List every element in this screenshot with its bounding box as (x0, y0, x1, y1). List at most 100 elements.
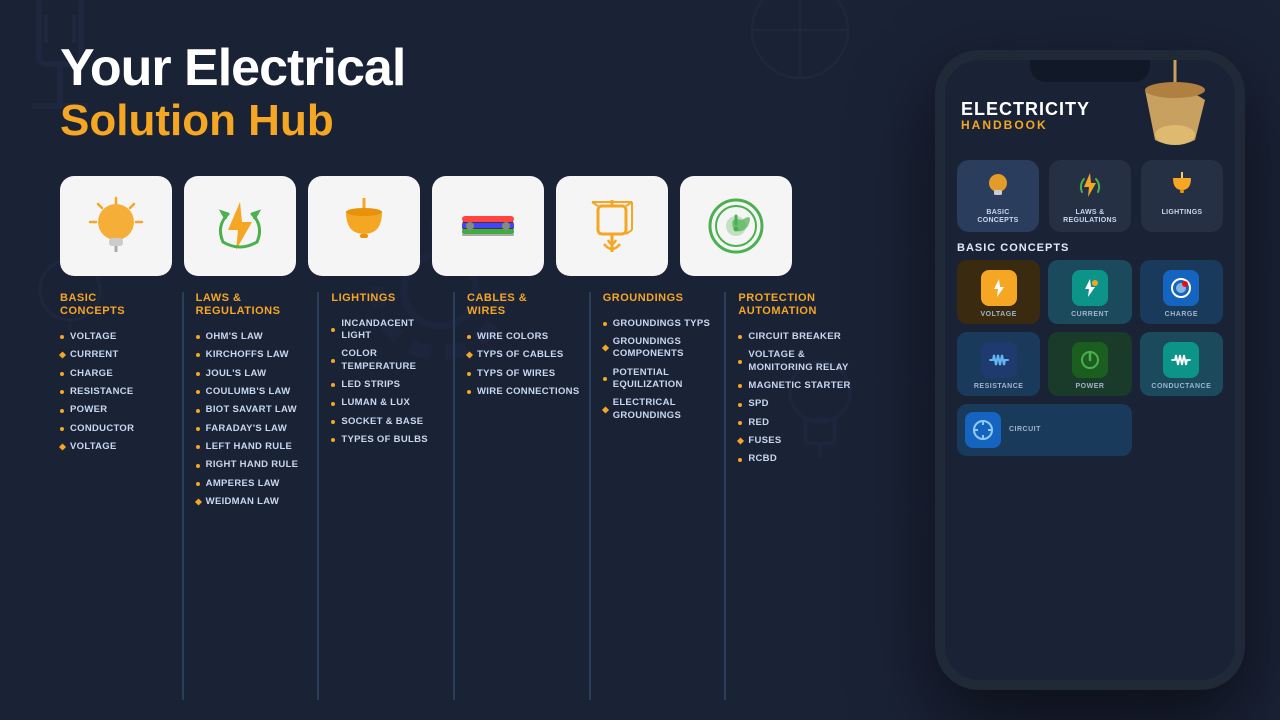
lightings-label: LIGHTINGS (1162, 209, 1203, 217)
resistance-icon (981, 342, 1017, 378)
protection-icon (704, 194, 768, 258)
list-item[interactable]: RCBD (738, 450, 854, 468)
list-item[interactable]: BIOT SAVART LAW (196, 401, 312, 419)
grid-item-circuit[interactable]: CIRCUIT (957, 404, 1132, 456)
list-item[interactable]: RIGHT HAND RULE (196, 456, 312, 474)
conductance-label: CONDUCTANCE (1151, 383, 1211, 390)
lightning-recycle-icon (208, 194, 272, 258)
list-cables: WIRE COLORS TYPS OF CABLES TYPS OF WIRES… (467, 328, 583, 401)
col-basic-concepts: BASICCONCEPTS VOLTAGE CURRENT CHARGE RES… (60, 292, 182, 700)
list-item[interactable]: WIRE CONNECTIONS (467, 383, 583, 401)
cat-icon-groundings[interactable] (556, 176, 668, 276)
hero-line2: Solution Hub (60, 97, 860, 145)
grid-item-power[interactable]: POWER (1048, 332, 1131, 396)
cat-title-protection: PROTECTIONAUTOMATION (738, 292, 854, 318)
list-item[interactable]: MAGNETIC STARTER (738, 377, 854, 395)
grid-item-charge[interactable]: CHARGE (1140, 260, 1223, 324)
list-item[interactable]: COLOR TEMPERATURE (331, 345, 447, 376)
conductance-icon (1163, 342, 1199, 378)
list-item[interactable]: TYPS OF CABLES (467, 346, 583, 364)
list-item[interactable]: CURRENT (60, 346, 176, 364)
list-item[interactable]: CONDUCTOR (60, 420, 176, 438)
charge-icon (1163, 270, 1199, 306)
cat-title-basic: BASICCONCEPTS (60, 292, 176, 318)
grounding-icon (580, 194, 644, 258)
list-item[interactable]: SPD (738, 395, 854, 413)
list-item[interactable]: CHARGE (60, 365, 176, 383)
cat-title-groundings: GROUNDINGS (603, 292, 719, 305)
basic-icon (983, 170, 1013, 204)
list-protection: CIRCUIT BREAKER VOLTAGE & MONITORING REL… (738, 328, 854, 469)
list-item[interactable]: TYPS OF WIRES (467, 365, 583, 383)
grid-item-conductance[interactable]: CONDUCTANCE (1140, 332, 1223, 396)
cat-icon-lightings[interactable] (308, 176, 420, 276)
cat-icon-cables[interactable] (432, 176, 544, 276)
list-item[interactable]: ELECTRICAL GROUNDINGS (603, 394, 719, 425)
grid-item-voltage[interactable]: VOLTAGE (957, 260, 1040, 324)
list-item[interactable]: WEIDMAN LAW (196, 493, 312, 511)
voltage-icon (981, 270, 1017, 306)
list-item[interactable]: AMPERES LAW (196, 475, 312, 493)
cat-title-laws: LAWS &REGULATIONS (196, 292, 312, 318)
list-groundings: GROUNDINGS TYPS GROUNDINGS COMPONENTS PO… (603, 315, 719, 425)
resistance-label: RESISTANCE (974, 383, 1024, 390)
list-basic: VOLTAGE CURRENT CHARGE RESISTANCE POWER … (60, 328, 176, 456)
phone-mockup: ELECTRICITY HANDBOOK BASICCONCEPTS (935, 50, 1245, 690)
circuit-icon (965, 412, 1001, 448)
phone-icon-basic[interactable]: BASICCONCEPTS (957, 160, 1039, 232)
grid-item-resistance[interactable]: RESISTANCE (957, 332, 1040, 396)
list-item[interactable]: FUSES (738, 432, 854, 450)
voltage-label: VOLTAGE (981, 311, 1017, 318)
list-item[interactable]: KIRCHOFFS LAW (196, 346, 312, 364)
handbook-header: ELECTRICITY HANDBOOK (961, 100, 1090, 132)
cat-icon-laws[interactable] (184, 176, 296, 276)
list-item[interactable]: GROUNDINGS TYPS (603, 315, 719, 333)
list-item[interactable]: RESISTANCE (60, 383, 176, 401)
list-item[interactable]: LED STRIPS (331, 376, 447, 394)
content-wrapper: Your Electrical Solution Hub (0, 0, 1280, 720)
circuit-label: CIRCUIT (1009, 426, 1041, 433)
col-groundings: GROUNDINGS GROUNDINGS TYPS GROUNDINGS CO… (589, 292, 725, 700)
list-item[interactable]: VOLTAGE (60, 328, 176, 346)
lightbulb-icon (84, 194, 148, 258)
list-item[interactable]: OHM'S LAW (196, 328, 312, 346)
list-item[interactable]: LUMAN & LUX (331, 394, 447, 412)
phone-grid: VOLTAGE CURRENT (945, 260, 1235, 456)
list-item[interactable]: COULUMB'S LAW (196, 383, 312, 401)
list-item[interactable]: INCANDACENT LIGHT (331, 315, 447, 346)
cat-icon-basic-concepts[interactable] (60, 176, 172, 276)
categories-list-row: BASICCONCEPTS VOLTAGE CURRENT CHARGE RES… (60, 292, 860, 700)
list-lightings: INCANDACENT LIGHT COLOR TEMPERATURE LED … (331, 315, 447, 450)
cat-icon-protection[interactable] (680, 176, 792, 276)
list-item[interactable]: JOUL'S LAW (196, 365, 312, 383)
laws-label: LAWS &REGULATIONS (1063, 209, 1117, 226)
list-item[interactable]: RED (738, 414, 854, 432)
list-item[interactable]: CIRCUIT BREAKER (738, 328, 854, 346)
list-item[interactable]: FARADAY'S LAW (196, 420, 312, 438)
col-lightings: LIGHTINGS INCANDACENT LIGHT COLOR TEMPER… (317, 292, 453, 700)
col-protection: PROTECTIONAUTOMATION CIRCUIT BREAKER VOL… (724, 292, 860, 700)
current-label: CURRENT (1071, 311, 1109, 318)
cat-title-lightings: LIGHTINGS (331, 292, 447, 305)
current-icon (1072, 270, 1108, 306)
list-item[interactable]: VOLTAGE & MONITORING RELAY (738, 346, 854, 377)
list-item[interactable]: POWER (60, 401, 176, 419)
list-item[interactable]: SOCKET & BASE (331, 413, 447, 431)
list-item[interactable]: GROUNDINGS COMPONENTS (603, 333, 719, 364)
grid-item-current[interactable]: CURRENT (1048, 260, 1131, 324)
category-icons-row (60, 176, 860, 276)
list-laws: OHM'S LAW KIRCHOFFS LAW JOUL'S LAW COULU… (196, 328, 312, 511)
phone-section-title: BASIC CONCEPTS (945, 232, 1235, 260)
list-item[interactable]: POTENTIAL EQUILIZATION (603, 364, 719, 395)
hero-title: Your Electrical Solution Hub (60, 40, 860, 146)
cables-icon (456, 194, 520, 258)
phone-notch (1030, 60, 1150, 82)
list-item[interactable]: TYPES OF BULBS (331, 431, 447, 449)
phone-screen: ELECTRICITY HANDBOOK BASICCONCEPTS (945, 60, 1235, 680)
list-item[interactable]: WIRE COLORS (467, 328, 583, 346)
left-panel: Your Electrical Solution Hub (0, 0, 900, 720)
list-item[interactable]: LEFT HAND RULE (196, 438, 312, 456)
col-cables: CABLES &WIRES WIRE COLORS TYPS OF CABLES… (453, 292, 589, 700)
list-item[interactable]: VOLTAGE (60, 438, 176, 456)
pendant-lamp-icon (332, 194, 396, 258)
